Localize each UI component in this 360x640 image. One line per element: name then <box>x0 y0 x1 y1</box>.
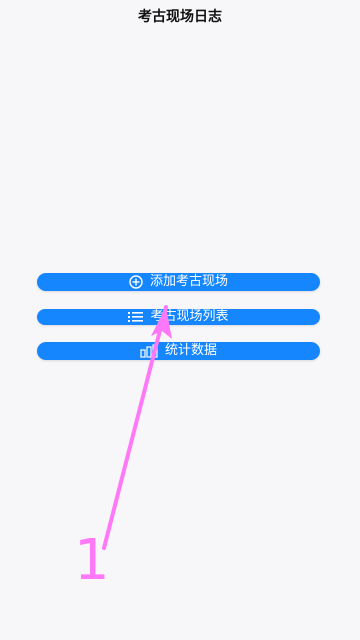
add-site-button[interactable]: 添加考古现场 <box>37 273 320 291</box>
statistics-button[interactable]: 统计数据 <box>37 342 320 360</box>
statistics-label: 统计数据 <box>164 343 217 358</box>
bar-chart-icon <box>140 344 158 358</box>
site-list-label: 考古现场列表 <box>150 309 229 324</box>
plus-circle-icon <box>129 275 143 289</box>
list-icon <box>128 311 144 323</box>
page-title: 考古现场日志 <box>138 9 222 25</box>
annotation-number: 1 <box>74 528 110 593</box>
add-site-label: 添加考古现场 <box>149 274 228 289</box>
site-list-button[interactable]: 考古现场列表 <box>37 309 320 325</box>
